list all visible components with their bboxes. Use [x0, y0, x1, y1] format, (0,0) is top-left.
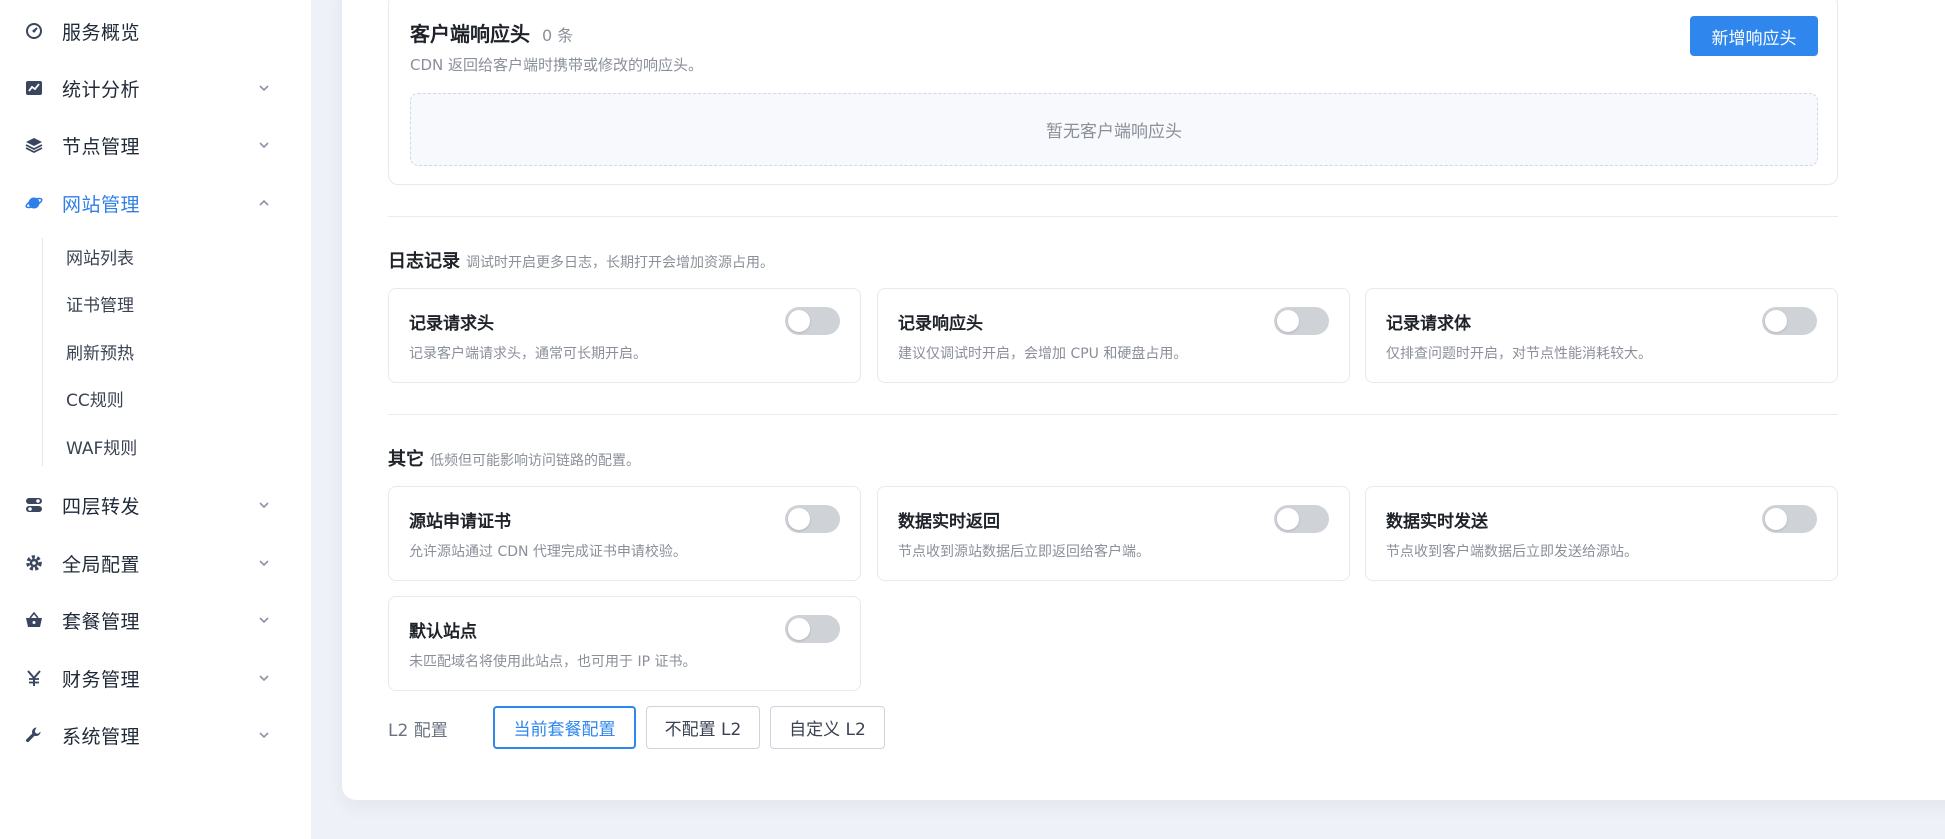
l2-option-custom[interactable]: 自定义 L2 — [770, 706, 885, 749]
log-response-headers-card: 记录响应头 建议仅调试时开启，会增加 CPU 和硬盘占用。 — [877, 288, 1350, 383]
log-response-headers-toggle[interactable] — [1274, 307, 1329, 335]
card-desc: 仅排查问题时开启，对节点性能消耗较大。 — [1386, 346, 1652, 362]
card-desc: 未匹配域名将使用此站点，也可用于 IP 证书。 — [409, 654, 697, 670]
section-divider — [388, 216, 1838, 217]
other-section-title: 其它 — [388, 449, 424, 470]
chevron-up-icon — [256, 195, 272, 211]
default-site-toggle[interactable] — [785, 615, 840, 643]
sidebar-item-label: 节点管理 — [62, 135, 141, 158]
origin-cert-toggle[interactable] — [785, 505, 840, 533]
yen-icon — [24, 668, 44, 688]
sidebar-item-label: 套餐管理 — [62, 610, 141, 633]
subitem-certificates[interactable]: 证书管理 — [66, 285, 134, 321]
sidebar-item-system[interactable]: 系统管理 — [0, 713, 312, 757]
chevron-down-icon — [256, 555, 272, 571]
submenu-guide-line — [42, 238, 43, 466]
log-section-title: 日志记录 — [388, 251, 460, 272]
sidebar-item-nodes[interactable]: 节点管理 — [0, 123, 312, 167]
sidebar-item-l4-forward[interactable]: 四层转发 — [0, 483, 312, 527]
empty-state-text: 暂无客户端响应头 — [1046, 122, 1182, 142]
response-headers-title: 客户端响应头 — [410, 22, 530, 46]
toggle-knob — [788, 618, 810, 640]
subitem-waf-rules[interactable]: WAF规则 — [66, 428, 137, 464]
sidebar-item-global-config[interactable]: 全局配置 — [0, 541, 312, 585]
subitem-cache-refresh[interactable]: 刷新预热 — [66, 333, 134, 369]
sidebar: 服务概览 统计分析 节点管理 网站管理 网站列表 证书管理 刷新预热 CC规则 … — [0, 0, 312, 839]
realtime-send-card: 数据实时发送 节点收到客户端数据后立即发送给源站。 — [1365, 486, 1838, 581]
log-request-body-card: 记录请求体 仅排查问题时开启，对节点性能消耗较大。 — [1365, 288, 1838, 383]
sidebar-item-label: 服务概览 — [62, 21, 141, 44]
response-headers-empty: 暂无客户端响应头 — [410, 93, 1818, 166]
gear-icon — [24, 553, 44, 573]
card-title: 数据实时返回 — [898, 512, 1000, 532]
card-desc: 允许源站通过 CDN 代理完成证书申请校验。 — [409, 544, 687, 560]
chevron-down-icon — [256, 497, 272, 513]
sidebar-item-packages[interactable]: 套餐管理 — [0, 598, 312, 642]
chart-icon — [24, 78, 44, 98]
sidebar-item-label: 系统管理 — [62, 725, 141, 748]
sidebar-item-label: 全局配置 — [62, 553, 141, 576]
response-headers-desc: CDN 返回给客户端时携带或修改的响应头。 — [410, 56, 704, 74]
chevron-down-icon — [256, 137, 272, 153]
chevron-down-icon — [256, 670, 272, 686]
add-response-header-button[interactable]: 新增响应头 — [1690, 16, 1818, 56]
subitem-cc-rules[interactable]: CC规则 — [66, 380, 124, 416]
toggle-knob — [1765, 310, 1787, 332]
section-divider — [388, 414, 1838, 415]
sidebar-item-label: 四层转发 — [62, 495, 141, 518]
log-request-body-toggle[interactable] — [1762, 307, 1817, 335]
l2-option-none[interactable]: 不配置 L2 — [646, 706, 760, 749]
card-title: 记录响应头 — [898, 314, 983, 334]
dashboard-icon — [24, 21, 44, 41]
sidebar-item-label: 财务管理 — [62, 668, 141, 691]
card-title: 记录请求头 — [409, 314, 494, 334]
realtime-return-toggle[interactable] — [1274, 505, 1329, 533]
planet-icon — [24, 193, 44, 213]
basket-icon — [24, 610, 44, 630]
other-section-header: 其它 低频但可能影响访问链路的配置。 — [388, 445, 640, 471]
realtime-return-card: 数据实时返回 节点收到源站数据后立即返回给客户端。 — [877, 486, 1350, 581]
l2-config-label: L2 配置 — [388, 721, 448, 741]
chevron-down-icon — [256, 80, 272, 96]
toggle-knob — [1277, 310, 1299, 332]
card-desc: 节点收到源站数据后立即返回给客户端。 — [898, 544, 1150, 560]
response-headers-count: 0 条 — [542, 26, 574, 45]
sidebar-item-websites[interactable]: 网站管理 — [0, 181, 312, 225]
card-title: 数据实时发送 — [1386, 512, 1488, 532]
log-section-header: 日志记录 调试时开启更多日志，长期打开会增加资源占用。 — [388, 247, 774, 273]
sidebar-item-overview[interactable]: 服务概览 — [0, 9, 312, 53]
card-title: 默认站点 — [409, 622, 477, 642]
card-title: 源站申请证书 — [409, 512, 511, 532]
toggle-knob — [1277, 508, 1299, 530]
origin-cert-card: 源站申请证书 允许源站通过 CDN 代理完成证书申请校验。 — [388, 486, 861, 581]
wrench-icon — [24, 725, 44, 745]
l2-option-current-plan[interactable]: 当前套餐配置 — [493, 706, 636, 749]
realtime-send-toggle[interactable] — [1762, 505, 1817, 533]
toggle-stack-icon — [24, 495, 44, 515]
card-desc: 节点收到客户端数据后立即发送给源站。 — [1386, 544, 1638, 560]
log-request-headers-toggle[interactable] — [785, 307, 840, 335]
sidebar-item-statistics[interactable]: 统计分析 — [0, 66, 312, 110]
sidebar-item-finance[interactable]: 财务管理 — [0, 656, 312, 700]
card-title: 记录请求体 — [1386, 314, 1471, 334]
log-request-headers-card: 记录请求头 记录客户端请求头，通常可长期开启。 — [388, 288, 861, 383]
default-site-card: 默认站点 未匹配域名将使用此站点，也可用于 IP 证书。 — [388, 596, 861, 691]
card-desc: 记录客户端请求头，通常可长期开启。 — [409, 346, 647, 362]
other-section-hint: 低频但可能影响访问链路的配置。 — [430, 453, 640, 469]
card-desc: 建议仅调试时开启，会增加 CPU 和硬盘占用。 — [898, 346, 1188, 362]
sidebar-item-label: 网站管理 — [62, 193, 141, 216]
chevron-down-icon — [256, 727, 272, 743]
sidebar-item-label: 统计分析 — [62, 78, 141, 101]
layers-icon — [24, 135, 44, 155]
toggle-knob — [1765, 508, 1787, 530]
toggle-knob — [788, 310, 810, 332]
subitem-site-list[interactable]: 网站列表 — [66, 238, 134, 274]
chevron-down-icon — [256, 612, 272, 628]
toggle-knob — [788, 508, 810, 530]
log-section-hint: 调试时开启更多日志，长期打开会增加资源占用。 — [466, 255, 774, 271]
